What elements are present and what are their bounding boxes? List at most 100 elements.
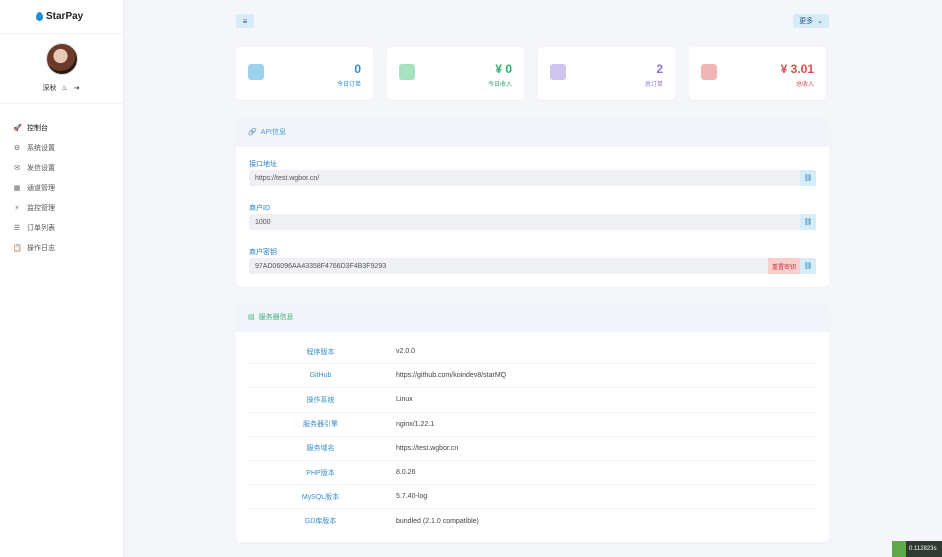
chart-icon: [550, 64, 566, 80]
stat-label: 今日收入: [487, 82, 512, 88]
info-value: 8.0.26: [396, 469, 416, 477]
table-row: GD库版本 bundled (2.1.0 compatible): [249, 509, 816, 533]
field-label: 接口地址: [249, 161, 277, 168]
table-row: 程序版本 v2.0.0: [249, 340, 816, 365]
link-icon: ⛓: [803, 263, 813, 270]
sidebar-item-label: 系统设置: [27, 145, 55, 152]
info-key: GD库版本: [304, 518, 337, 526]
api-info-card: 🔗 API信息 接口地址 https://test.wgbor.cn/ ⛓ 商户ID 1…: [236, 117, 829, 287]
brand-name: StarPay: [46, 11, 84, 22]
stat-card: ¥ 0 今日收入: [387, 47, 524, 100]
field-value: 1000: [255, 218, 271, 226]
sidebar-item-label: 订单列表: [27, 225, 55, 232]
list-icon: ☰: [13, 225, 21, 232]
field-label: 商户密钥: [249, 249, 277, 256]
menu-toggle-button[interactable]: ≡: [236, 14, 254, 28]
hamburger-icon: ≡: [242, 16, 248, 26]
info-value: https://github.com/koindev8/starMQ: [396, 372, 507, 380]
rocket-icon: 🚀: [13, 125, 22, 132]
sidebar-item-label: 发信设置: [27, 165, 55, 172]
info-value: 5.7.40-log: [396, 493, 428, 501]
logout-icon[interactable]: ⇥: [73, 84, 81, 92]
stat-value: 2: [656, 62, 663, 76]
clipboard-icon: 📋: [13, 245, 22, 252]
stat-value: ¥ 3.01: [780, 62, 814, 76]
stat-label: 今日订单: [336, 82, 361, 88]
bolt-icon: ⚡: [14, 205, 20, 212]
grid-icon: ▦: [13, 185, 21, 192]
server-icon: ▤: [248, 314, 255, 321]
starpay-logo-icon: [36, 12, 43, 21]
stat-card: 0 今日订单: [236, 47, 373, 100]
readonly-field[interactable]: 1000 ⛓: [249, 214, 816, 230]
brand[interactable]: StarPay: [0, 0, 123, 34]
table-row: 服务器引擎 nginx/1.22.1: [249, 413, 816, 437]
api-info-title: API信息: [260, 129, 287, 136]
table-row: MySQL版本 5.7.40-log: [249, 485, 816, 510]
sidebar-item-grid[interactable]: ▦ 通道管理: [0, 178, 123, 198]
info-value: v2.0.0: [396, 348, 416, 356]
yen-icon: [701, 64, 717, 80]
sidebar-item-label: 控制台: [27, 125, 48, 132]
sidebar-item-label: 操作日志: [27, 245, 55, 252]
info-value: nginx/1.22.1: [396, 420, 435, 428]
sidebar-item-list[interactable]: ☰ 订单列表: [0, 218, 123, 238]
copy-button[interactable]: ⛓: [800, 214, 816, 230]
sidebar-item-mail[interactable]: ✉ 发信设置: [0, 158, 123, 178]
sidebar-nav: 🚀 控制台 ⚙ 系统设置 ✉ 发信设置 ▦ 通道管理 ⚡ 监控管理 ☰ 订单列表 📋 操作日…: [0, 104, 123, 258]
field-value: https://test.wgbor.cn/: [255, 174, 320, 182]
table-row: GitHub https://github.com/koindev8/starM…: [249, 364, 816, 389]
stat-label: 总收入: [795, 82, 814, 88]
server-info-header: ▤ 服务器信息: [236, 302, 829, 332]
info-key: 服务器引擎: [303, 421, 338, 429]
link-icon: 🔗: [248, 129, 257, 136]
user-profile: 深秋 ♨ ⇥: [0, 34, 123, 104]
server-info-title: 服务器信息: [258, 314, 294, 321]
stat-value: ¥ 0: [495, 62, 512, 76]
server-info-table: 程序版本 v2.0.0 GitHub https://github.com/koi…: [249, 340, 816, 534]
stat-card: ¥ 3.01 总收入: [689, 47, 826, 100]
briefcase-icon: [248, 64, 264, 80]
sidebar: StarPay 深秋 ♨ ⇥ 🚀 控制台 ⚙ 系统设置 ✉ 发信设置 ▦ 通道管理 ⚡ …: [0, 0, 124, 557]
fire-icon[interactable]: ♨: [61, 84, 69, 92]
info-key: MySQL版本: [301, 493, 340, 501]
user-row: 深秋 ♨ ⇥: [43, 83, 81, 93]
perf-time: 0.112823s: [909, 546, 937, 552]
link-icon: ⛓: [803, 175, 813, 182]
username: 深秋: [42, 85, 57, 92]
readonly-field[interactable]: 97AD06096AA43358F4766D3F4B3F9293 重置密钥 ⛓: [249, 258, 816, 274]
sidebar-item-label: 监控管理: [27, 205, 55, 212]
more-dropdown[interactable]: 更多 ⌄: [793, 14, 829, 28]
table-row: 操作系统 Linux: [249, 388, 816, 413]
stats-row: 0 今日订单 ¥ 0 今日收入 2 总订单 ¥ 3.01 总收入: [236, 47, 829, 100]
server-info-card: ▤ 服务器信息 程序版本 v2.0.0 GitHub https://github…: [236, 302, 829, 542]
sidebar-item-rocket[interactable]: 🚀 控制台: [0, 118, 123, 138]
sidebar-item-bolt[interactable]: ⚡ 监控管理: [0, 198, 123, 218]
info-value: Linux: [396, 396, 413, 404]
wallet-icon: [399, 64, 415, 80]
stat-card: 2 总订单: [538, 47, 675, 100]
sidebar-item-clipboard[interactable]: 📋 操作日志: [0, 238, 123, 258]
chevron-down-icon: ⌄: [817, 18, 823, 25]
sidebar-item-gear[interactable]: ⚙ 系统设置: [0, 138, 123, 158]
avatar[interactable]: [45, 43, 78, 75]
perf-logo-icon: [892, 541, 906, 557]
copy-button[interactable]: ⛓: [800, 170, 816, 186]
mail-icon: ✉: [14, 165, 20, 172]
info-value: https://test.wgbor.cn: [396, 444, 459, 452]
copy-button[interactable]: ⛓: [800, 258, 816, 274]
link-icon: ⛓: [803, 219, 813, 226]
stat-value: 0: [354, 62, 361, 76]
info-value: bundled (2.1.0 compatible): [396, 517, 479, 525]
field-label: 商户ID: [249, 205, 270, 212]
table-row: PHP版本 8.0.26: [249, 461, 816, 486]
field-value: 97AD06096AA43358F4766D3F4B3F9293: [255, 262, 387, 270]
stat-label: 总订单: [644, 82, 663, 88]
sidebar-item-label: 通道管理: [27, 185, 55, 192]
readonly-field[interactable]: https://test.wgbor.cn/ ⛓: [249, 170, 816, 186]
reset-key-button[interactable]: 重置密钥: [767, 258, 800, 274]
info-key: 操作系统: [306, 396, 335, 404]
api-info-header: 🔗 API信息: [236, 117, 829, 147]
perf-badge: 0.112823s: [892, 541, 942, 557]
info-key: 程序版本: [306, 348, 335, 356]
